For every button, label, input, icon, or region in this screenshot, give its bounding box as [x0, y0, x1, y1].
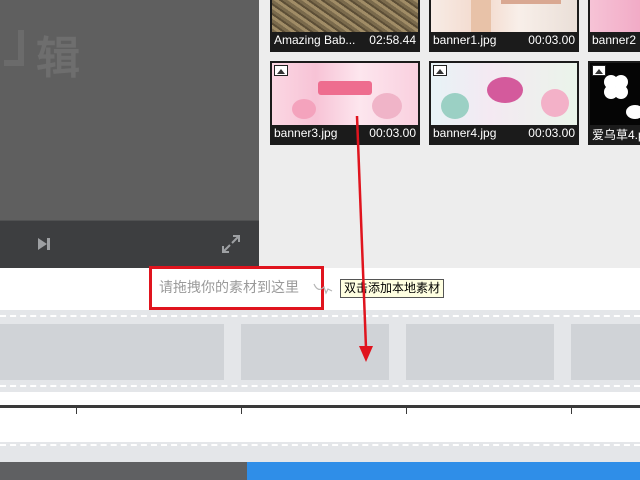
storyboard-track[interactable]: [0, 310, 640, 392]
film-perforation-top: [0, 315, 640, 317]
media-item[interactable]: banner2: [588, 0, 640, 52]
media-duration: 00:03.00: [528, 33, 575, 47]
track-perforation: [0, 444, 640, 446]
media-thumbnail: [272, 0, 418, 32]
ruler-tick: [406, 408, 407, 414]
media-name: 爱乌草4.p: [592, 128, 640, 142]
media-duration: 00:03.00: [369, 126, 416, 140]
media-library-panel: Amazing Bab... 02:58.44 banner1.jpg 00:0…: [259, 0, 640, 268]
media-caption: Amazing Bab... 02:58.44: [274, 33, 416, 49]
ruler-tick: [241, 408, 242, 414]
timeline-ruler[interactable]: [0, 392, 640, 442]
media-thumbnail: [431, 63, 577, 125]
media-caption: banner1.jpg 00:03.00: [433, 33, 575, 49]
storyboard-slot[interactable]: [0, 324, 76, 380]
media-name: banner2: [592, 33, 637, 47]
preview-controls-bar: [0, 220, 259, 268]
bottom-bar-progress: [247, 462, 640, 480]
media-item[interactable]: banner4.jpg 00:03.00: [429, 61, 579, 145]
media-name: Amazing Bab...: [274, 33, 356, 47]
media-name: banner4.jpg: [433, 126, 497, 140]
media-name: banner1.jpg: [433, 33, 497, 47]
storyboard-slot[interactable]: [406, 324, 554, 380]
storyboard-slot[interactable]: [76, 324, 224, 380]
image-icon: [274, 65, 288, 76]
next-frame-icon[interactable]: [36, 236, 52, 252]
media-name: banner3.jpg: [274, 126, 338, 140]
media-duration: 00:03.00: [528, 126, 575, 140]
media-thumbnail: [272, 63, 418, 125]
media-thumbnail: [431, 0, 577, 32]
media-caption: banner2: [592, 33, 640, 49]
preview-screen: ​辑: [0, 0, 259, 220]
media-thumbnail: [590, 0, 640, 32]
media-caption: 爱乌草4.p: [592, 126, 640, 142]
storyboard-slot[interactable]: [241, 324, 389, 380]
ruler-line: [0, 405, 640, 408]
media-caption: banner3.jpg 00:03.00: [274, 126, 416, 142]
storyboard-slot[interactable]: [571, 324, 640, 380]
watermark-fragment: [4, 30, 24, 66]
media-duration: 02:58.44: [369, 33, 416, 47]
media-caption: banner4.jpg 00:03.00: [433, 126, 575, 142]
ruler-tick: [571, 408, 572, 414]
annotation-highlight-box: [149, 266, 324, 310]
image-icon: [433, 65, 447, 76]
media-item[interactable]: 爱乌草4.p: [588, 61, 640, 145]
tooltip: 双击添加本地素材: [340, 279, 445, 298]
preview-panel: ​辑: [0, 0, 259, 268]
ruler-tick: [76, 408, 77, 414]
timeline-track[interactable]: [0, 442, 640, 462]
media-item[interactable]: banner1.jpg 00:03.00: [429, 0, 579, 52]
bottom-bar-left: [0, 462, 247, 480]
media-item[interactable]: Amazing Bab... 02:58.44: [270, 0, 420, 52]
video-editor-window: ​辑 Amazing Bab... 02:58.44: [0, 0, 640, 480]
image-icon: [592, 65, 606, 76]
fullscreen-icon[interactable]: [221, 234, 241, 254]
film-perforation-bottom: [0, 385, 640, 387]
media-item[interactable]: banner3.jpg 00:03.00: [270, 61, 420, 145]
cursor-icon: [313, 283, 333, 295]
